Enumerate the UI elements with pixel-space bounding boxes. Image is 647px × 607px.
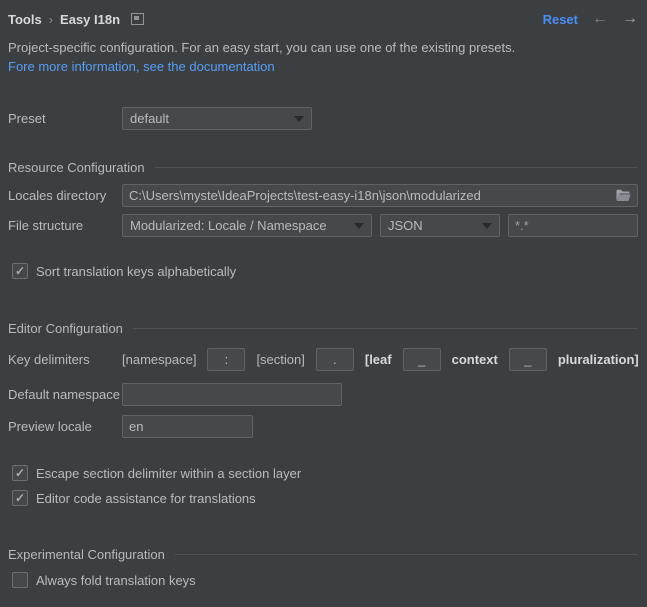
section-divider [133, 328, 638, 329]
project-level-settings-icon [131, 13, 144, 25]
default-namespace-row: Default namespace [8, 383, 638, 406]
preset-row: Preset default [8, 107, 638, 130]
default-namespace-label: Default namespace [8, 387, 122, 402]
code-assistance-checkbox[interactable] [12, 490, 28, 506]
locales-directory-input[interactable] [129, 185, 610, 206]
documentation-link[interactable]: Fore more information, see the documenta… [8, 59, 638, 76]
preview-locale-row: Preview locale [8, 415, 638, 438]
namespace-delimiter-input[interactable] [207, 348, 245, 371]
preview-locale-label: Preview locale [8, 419, 122, 434]
context-token-label: context [452, 352, 498, 367]
section-divider [175, 554, 638, 555]
leaf-token-label: [leaf [365, 352, 392, 367]
file-structure-select[interactable]: Modularized: Locale / Namespace [122, 214, 372, 237]
sort-keys-checkbox[interactable] [12, 263, 28, 279]
chevron-down-icon [354, 223, 364, 229]
namespace-token-label: [namespace] [122, 352, 196, 367]
preset-select-value: default [130, 111, 169, 126]
preview-locale-input[interactable] [122, 415, 253, 438]
sort-keys-checkbox-label: Sort translation keys alphabetically [36, 264, 236, 279]
preset-select[interactable]: default [122, 107, 312, 130]
chevron-down-icon [294, 116, 304, 122]
forward-arrow-icon[interactable]: → [622, 11, 638, 27]
breadcrumb-easy-i18n[interactable]: Easy I18n [60, 12, 120, 27]
default-namespace-input[interactable] [122, 383, 342, 406]
file-structure-label: File structure [8, 218, 122, 233]
description-text: Project-specific configuration. For an e… [8, 40, 638, 57]
preset-label: Preset [8, 111, 122, 126]
code-assistance-checkbox-row: Editor code assistance for translations [12, 489, 638, 507]
header-actions: Reset ← → [543, 11, 638, 27]
breadcrumb: Tools › Easy I18n [8, 12, 144, 27]
settings-panel: Tools › Easy I18n Reset ← → Project-spec… [0, 0, 647, 589]
file-structure-row: File structure Modularized: Locale / Nam… [8, 214, 638, 237]
code-assistance-checkbox-label: Editor code assistance for translations [36, 491, 256, 506]
locales-directory-label: Locales directory [8, 188, 122, 203]
escape-section-checkbox-row: Escape section delimiter within a sectio… [12, 464, 638, 482]
key-delimiters-row: Key delimiters [namespace] [section] [le… [8, 348, 638, 371]
locales-directory-row: Locales directory [8, 184, 638, 207]
settings-header: Tools › Easy I18n Reset ← → [8, 0, 638, 29]
back-arrow-icon[interactable]: ← [592, 11, 608, 27]
leaf-delimiter-input[interactable] [403, 348, 441, 371]
file-pattern-input[interactable] [508, 214, 638, 237]
fold-keys-checkbox-row: Always fold translation keys [12, 571, 638, 589]
experimental-configuration-title: Experimental Configuration [8, 547, 165, 562]
escape-section-checkbox[interactable] [12, 465, 28, 481]
section-token-label: [section] [256, 352, 304, 367]
pluralization-token-label: pluralization] [558, 352, 639, 367]
fold-keys-checkbox-label: Always fold translation keys [36, 573, 196, 588]
file-structure-select-value: Modularized: Locale / Namespace [130, 218, 327, 233]
resource-configuration-title: Resource Configuration [8, 160, 145, 175]
key-delimiters-controls: [namespace] [section] [leaf context plur… [122, 348, 639, 371]
section-delimiter-input[interactable] [316, 348, 354, 371]
reset-button[interactable]: Reset [543, 12, 578, 27]
editor-configuration-section: Editor Configuration [8, 321, 638, 336]
editor-configuration-title: Editor Configuration [8, 321, 123, 336]
fold-keys-checkbox[interactable] [12, 572, 28, 588]
chevron-right-icon: › [49, 12, 53, 27]
chevron-down-icon [482, 223, 492, 229]
breadcrumb-tools[interactable]: Tools [8, 12, 42, 27]
locales-directory-field-wrap [122, 184, 638, 207]
key-delimiters-label: Key delimiters [8, 352, 122, 367]
folder-open-icon[interactable] [616, 189, 631, 202]
escape-section-checkbox-label: Escape section delimiter within a sectio… [36, 466, 301, 481]
file-format-select[interactable]: JSON [380, 214, 500, 237]
resource-configuration-section: Resource Configuration [8, 160, 638, 175]
section-divider [155, 167, 638, 168]
context-delimiter-input[interactable] [509, 348, 547, 371]
sort-keys-checkbox-row: Sort translation keys alphabetically [12, 262, 638, 280]
file-format-select-value: JSON [388, 218, 423, 233]
experimental-configuration-section: Experimental Configuration [8, 547, 638, 562]
